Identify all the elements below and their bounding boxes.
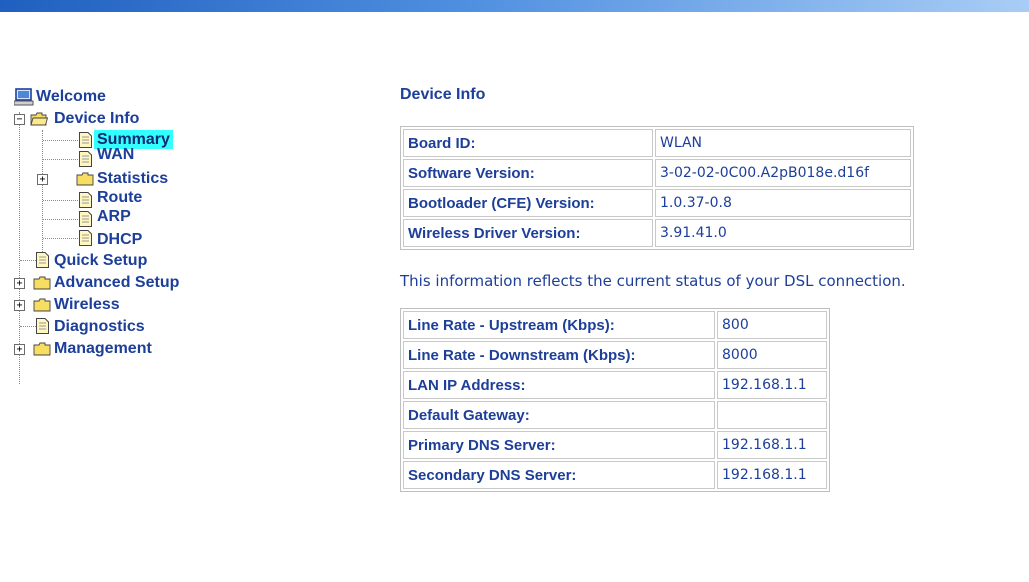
tree-connector xyxy=(43,140,78,141)
document-icon xyxy=(36,252,49,268)
table-row: Line Rate - Upstream (Kbps): 800 xyxy=(403,311,827,339)
nav-tree: Welcome − Device Info Summary WAN + Stat… xyxy=(14,86,314,384)
row-label: Line Rate - Upstream (Kbps): xyxy=(403,311,715,339)
row-value: 800 xyxy=(717,311,827,339)
row-value xyxy=(717,401,827,429)
row-label: Primary DNS Server: xyxy=(403,431,715,459)
row-value: WLAN xyxy=(655,129,911,157)
row-value: 3.91.41.0 xyxy=(655,219,911,247)
nav-label-route: Route xyxy=(97,189,143,206)
row-value: 192.168.1.1 xyxy=(717,431,827,459)
nav-label-management: Management xyxy=(54,340,152,357)
folder-icon xyxy=(33,298,51,312)
computer-icon xyxy=(14,88,34,106)
row-label: Secondary DNS Server: xyxy=(403,461,715,489)
nav-item-quick-setup[interactable]: Quick Setup xyxy=(14,250,314,272)
expand-icon[interactable]: + xyxy=(14,344,25,355)
document-icon xyxy=(79,132,92,148)
nav-item-device-info[interactable]: − Device Info xyxy=(14,108,314,130)
row-label: Bootloader (CFE) Version: xyxy=(403,189,653,217)
table-row: Software Version: 3-02-02-0C00.A2pB018e.… xyxy=(403,159,911,187)
document-icon xyxy=(79,151,92,167)
table-row: Line Rate - Downstream (Kbps): 8000 xyxy=(403,341,827,369)
nav-label-statistics: Statistics xyxy=(97,170,169,187)
table-row: Board ID: WLAN xyxy=(403,129,911,157)
table-row: LAN IP Address: 192.168.1.1 xyxy=(403,371,827,399)
row-label: Wireless Driver Version: xyxy=(403,219,653,247)
row-label: Default Gateway: xyxy=(403,401,715,429)
nav-label-quick-setup: Quick Setup xyxy=(54,252,148,269)
nav-item-wan[interactable]: WAN xyxy=(14,146,314,168)
nav-item-welcome[interactable]: Welcome xyxy=(14,86,314,108)
tree-connector xyxy=(43,238,78,239)
top-banner xyxy=(0,0,1029,12)
nav-label-advanced-setup: Advanced Setup xyxy=(54,274,180,291)
expand-icon[interactable]: + xyxy=(14,300,25,311)
connection-status-table: Line Rate - Upstream (Kbps): 800 Line Ra… xyxy=(400,308,830,492)
nav-item-route[interactable]: Route xyxy=(14,189,314,209)
tree-connector xyxy=(43,219,78,220)
nav-label-diagnostics: Diagnostics xyxy=(54,318,145,335)
row-label: Software Version: xyxy=(403,159,653,187)
document-icon xyxy=(36,318,49,334)
row-label: Line Rate - Downstream (Kbps): xyxy=(403,341,715,369)
open-folder-icon xyxy=(30,112,48,126)
nav-item-dhcp[interactable]: DHCP xyxy=(14,228,314,250)
row-value: 8000 xyxy=(717,341,827,369)
tree-connector xyxy=(20,260,36,261)
row-value: 192.168.1.1 xyxy=(717,371,827,399)
document-icon xyxy=(79,230,92,246)
collapse-icon[interactable]: − xyxy=(14,114,25,125)
row-value: 192.168.1.1 xyxy=(717,461,827,489)
nav-item-statistics[interactable]: + Statistics xyxy=(14,168,314,190)
nav-item-arp[interactable]: ARP xyxy=(14,208,314,228)
tree-connector xyxy=(43,200,78,201)
page-title: Device Info xyxy=(400,86,486,103)
row-value: 3-02-02-0C00.A2pB018e.d16f xyxy=(655,159,911,187)
table-row: Default Gateway: xyxy=(403,401,827,429)
nav-label-arp: ARP xyxy=(97,208,131,225)
document-icon xyxy=(79,211,92,227)
device-info-table: Board ID: WLAN Software Version: 3-02-02… xyxy=(400,126,914,250)
expand-icon[interactable]: + xyxy=(14,278,25,289)
folder-icon xyxy=(76,172,94,186)
nav-label-wan: WAN xyxy=(97,146,135,163)
table-row: Secondary DNS Server: 192.168.1.1 xyxy=(403,461,827,489)
nav-item-summary[interactable]: Summary xyxy=(14,130,314,149)
nav-item-diagnostics[interactable]: Diagnostics xyxy=(14,316,314,338)
document-icon xyxy=(79,192,92,208)
nav-label-welcome: Welcome xyxy=(36,88,106,105)
row-value: 1.0.37-0.8 xyxy=(655,189,911,217)
nav-label-wireless: Wireless xyxy=(54,296,120,313)
nav-item-wireless[interactable]: + Wireless xyxy=(14,294,314,316)
tree-connector xyxy=(43,159,78,160)
tree-connector xyxy=(20,326,36,327)
nav-label-dhcp: DHCP xyxy=(97,231,143,248)
folder-icon xyxy=(33,276,51,290)
main-content: Device Info Board ID: WLAN Software Vers… xyxy=(400,86,914,492)
nav-label-device-info: Device Info xyxy=(54,110,140,127)
expand-icon[interactable]: + xyxy=(37,174,48,185)
folder-icon xyxy=(33,342,51,356)
nav-item-advanced-setup[interactable]: + Advanced Setup xyxy=(14,272,314,294)
table-row: Primary DNS Server: 192.168.1.1 xyxy=(403,431,827,459)
row-label: LAN IP Address: xyxy=(403,371,715,399)
status-note: This information reflects the current st… xyxy=(400,272,906,290)
table-row: Bootloader (CFE) Version: 1.0.37-0.8 xyxy=(403,189,911,217)
table-row: Wireless Driver Version: 3.91.41.0 xyxy=(403,219,911,247)
row-label: Board ID: xyxy=(403,129,653,157)
nav-item-management[interactable]: + Management xyxy=(14,338,314,360)
